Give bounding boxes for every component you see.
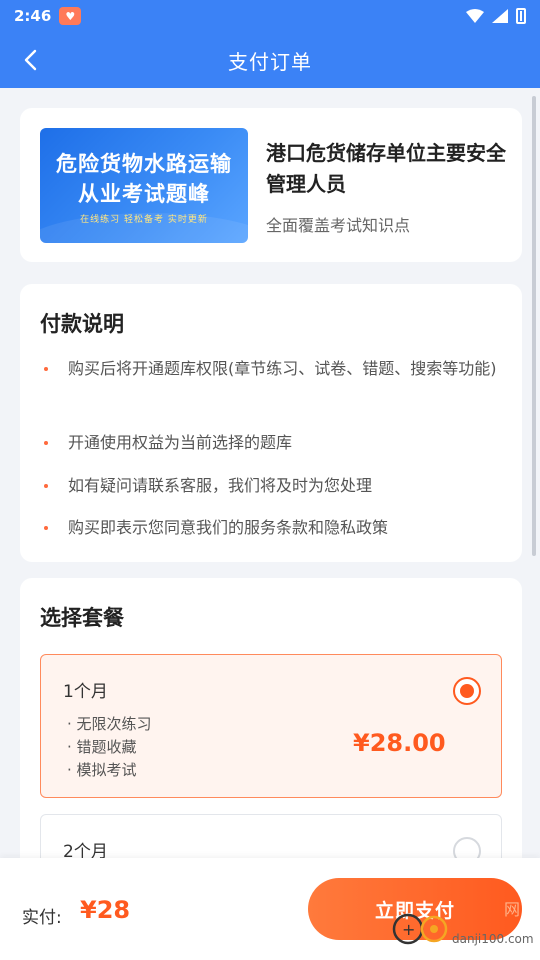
- product-title: 港口危货储存单位主要安全管理人员: [266, 141, 506, 196]
- plan-feature: · 无限次练习: [67, 715, 152, 733]
- note-text: 开通使用权益为当前选择的题库: [68, 433, 293, 452]
- plan-option-1-month[interactable]: 1个月 · 无限次练习 · 错题收藏 · 模拟考试 ¥28.00: [40, 654, 502, 798]
- nav-bar: 支付订单: [0, 32, 540, 88]
- chevron-left-icon: [24, 49, 37, 71]
- payment-notes-title: 付款说明: [40, 312, 124, 336]
- status-bar: 2:46 ♥: [0, 0, 540, 32]
- product-subtitle: 全面覆盖考试知识点: [266, 216, 411, 235]
- bullet-dot-icon: [44, 367, 48, 371]
- bullet-dot-icon: [44, 484, 48, 488]
- bullet-dot-icon: [44, 441, 48, 445]
- plans-card: 选择套餐 1个月 · 无限次练习 · 错题收藏 · 模拟考试 ¥28.00 2个…: [20, 578, 522, 858]
- plan-price: ¥28.00: [353, 729, 446, 757]
- plan-radio-selected[interactable]: [453, 677, 481, 705]
- notification-app-icon: ♥: [59, 7, 82, 25]
- main-content[interactable]: 危险货物水路运输 从业考试题峰 在线练习 轻松备考 实时更新 港口危货储存单位主…: [0, 88, 540, 858]
- note-text: 购买即表示您同意我们的服务条款和隐私政策: [68, 518, 389, 537]
- plan-radio-unselected[interactable]: [453, 837, 481, 858]
- payment-notes-card: 付款说明 购买后将开通题库权限(章节练习、试卷、错题、搜索等功能) 开通使用权益…: [20, 284, 522, 562]
- pay-label: 实付:: [22, 908, 62, 928]
- bullet-dot-icon: [44, 526, 48, 530]
- status-time: 2:46: [14, 7, 52, 25]
- plan-name: 2个月: [63, 842, 108, 858]
- plan-feature: · 模拟考试: [67, 761, 137, 779]
- plan-option-2-month[interactable]: 2个月: [40, 814, 502, 858]
- watermark-text: 网: [504, 900, 521, 919]
- note-item: 如有疑问请联系客服，我们将及时为您处理: [40, 471, 500, 500]
- note-item: 开通使用权益为当前选择的题库: [40, 428, 500, 457]
- back-button[interactable]: [10, 40, 50, 80]
- battery-icon: [516, 8, 526, 24]
- cover-tagline: 在线练习 轻松备考 实时更新: [80, 215, 208, 225]
- signal-icon: [492, 9, 508, 23]
- note-text: 购买后将开通题库权限(章节练习、试卷、错题、搜索等功能): [68, 359, 497, 378]
- product-cover-image: 危险货物水路运输 从业考试题峰 在线练习 轻松备考 实时更新: [40, 128, 248, 243]
- status-icons: [466, 8, 526, 24]
- note-item: 购买后将开通题库权限(章节练习、试卷、错题、搜索等功能): [40, 354, 500, 383]
- pay-amount: ¥28: [80, 896, 131, 924]
- note-item: 购买即表示您同意我们的服务条款和隐私政策: [40, 513, 500, 542]
- plan-name: 1个月: [63, 682, 108, 702]
- wifi-icon: [466, 9, 484, 23]
- product-card: 危险货物水路运输 从业考试题峰 在线练习 轻松备考 实时更新 港口危货储存单位主…: [20, 108, 522, 262]
- note-text: 如有疑问请联系客服，我们将及时为您处理: [68, 476, 373, 495]
- watermark-logo-icon: +: [392, 913, 448, 945]
- watermark: + 网 danji100.com: [392, 896, 538, 956]
- scrollbar[interactable]: [532, 96, 536, 556]
- page-title: 支付订单: [228, 49, 312, 74]
- plan-feature: · 错题收藏: [67, 738, 137, 756]
- watermark-url: danji100.com: [452, 932, 534, 946]
- cover-line-1: 危险货物水路运输: [56, 152, 232, 176]
- plans-title: 选择套餐: [40, 606, 124, 630]
- svg-text:+: +: [402, 920, 415, 939]
- cover-line-2: 从业考试题峰: [78, 182, 210, 206]
